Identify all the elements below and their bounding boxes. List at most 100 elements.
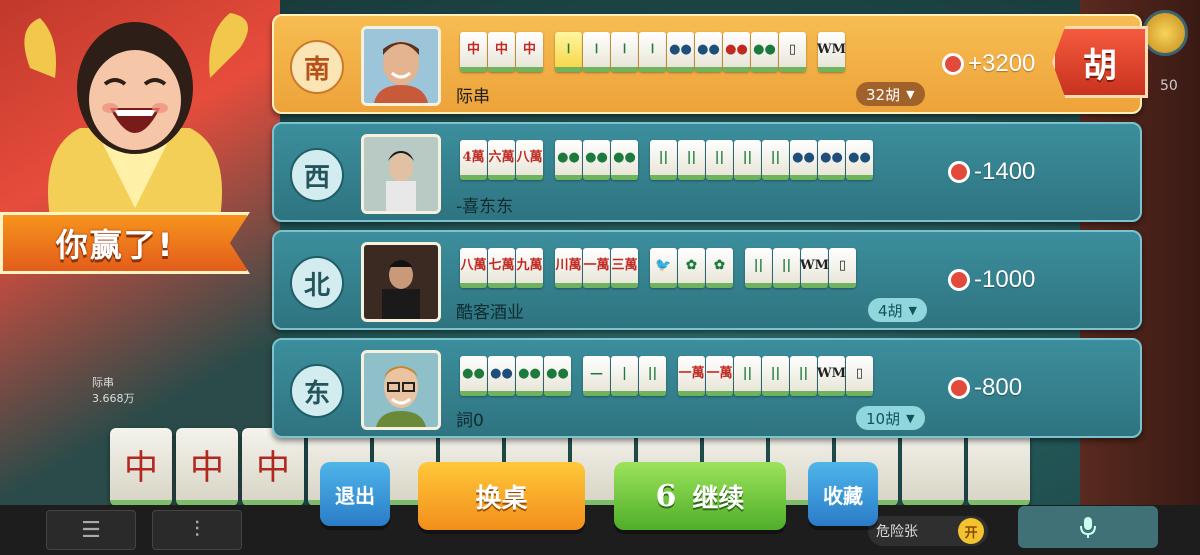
wind-badge: 北 (290, 256, 344, 310)
list-icon: ☰ (81, 517, 101, 543)
continue-label: 继续 (692, 483, 745, 514)
tile: 三萬 (611, 248, 638, 288)
tile-set: 中 中 中 𝍷 𝍷 𝍷 𝍷 ●● ●● ●● ●● ▯ WM (460, 24, 846, 72)
fan-count: 4胡 (878, 301, 903, 320)
tile: || (773, 248, 800, 288)
player-avatar-icon (364, 29, 438, 103)
settings-slider-button[interactable]: ⫶ (152, 510, 242, 550)
tile-group: 🐦 ✿ ✿ (650, 248, 733, 288)
tile: ▯ (829, 248, 856, 288)
tile: ●● (460, 356, 487, 396)
you-win-text: 你赢了! (55, 226, 175, 264)
coin-chip-icon (948, 269, 970, 291)
tile: ▯ (846, 356, 873, 396)
tile: ●● (695, 32, 722, 72)
tile: 🐦 (650, 248, 677, 288)
tile: || (745, 248, 772, 288)
tile: || (678, 140, 705, 180)
danger-tile-toggle[interactable]: 危险张 开 (868, 516, 988, 546)
tile: 一萬 (583, 248, 610, 288)
tile: 4萬 (460, 140, 487, 180)
tile: ●● (667, 32, 694, 72)
score-value: +3200 (968, 50, 1036, 77)
score-row-south: 南 中 中 中 𝍷 𝍷 𝍷 𝍷 ●● ●● ●● ●● ▯ WM 际串 32胡 … (272, 14, 1148, 114)
tile-set: 八萬 七萬 九萬 川萬 一萬 三萬 🐦 ✿ ✿ || || WM ▯ (460, 240, 856, 288)
left-player-name: 际串 (92, 376, 114, 389)
sliders-icon: ⫶ (194, 517, 200, 543)
tile: || (762, 356, 789, 396)
score-value: -1000 (974, 266, 1036, 293)
player-name: 詞0 (456, 411, 484, 431)
chevron-down-icon: ▼ (908, 303, 918, 317)
wind-badge: 西 (290, 148, 344, 202)
avatar[interactable] (361, 242, 441, 322)
tile-group: 川萬 一萬 三萬 (555, 248, 638, 288)
cheering-character-icon (24, 13, 248, 218)
tile: 𝍷 (611, 32, 638, 72)
tile: ●● (846, 140, 873, 180)
tile-group: 中 中 中 (460, 32, 543, 72)
voice-button[interactable] (1018, 506, 1158, 548)
tile-group: 八萬 七萬 九萬 (460, 248, 543, 288)
tile: ●● (555, 140, 582, 180)
tile: ●● (751, 32, 778, 72)
avatar[interactable] (361, 134, 441, 214)
tile-group: — | || (583, 356, 666, 396)
continue-countdown: 6 (655, 478, 677, 514)
tile: 八萬 (516, 140, 543, 180)
tile: ✿ (706, 248, 733, 288)
fan-count-badge[interactable]: 4胡 ▼ (868, 298, 928, 322)
hu-win-tag: 胡 (1052, 26, 1148, 98)
fan-count-badge[interactable]: 32胡 ▼ (856, 82, 925, 106)
tile: 中 (516, 32, 543, 72)
menu-list-button[interactable]: ☰ (46, 510, 136, 550)
background-hand-tiles: 中中中 (110, 428, 1070, 508)
tile: 𝍷 (639, 32, 666, 72)
avatar[interactable] (361, 350, 441, 430)
favorite-button[interactable]: 收藏 (808, 462, 878, 526)
tile: — (583, 356, 610, 396)
exit-button[interactable]: 退出 (320, 462, 390, 526)
corner-coin-icon (1142, 10, 1188, 56)
tile: || (639, 356, 666, 396)
tile: 八萬 (460, 248, 487, 288)
tile: || (734, 140, 761, 180)
tile-set: 4萬 六萬 八萬 ●● ●● ●● || || || || || ●● ●● ●… (460, 132, 873, 180)
fan-count-badge[interactable]: 10胡 ▼ (856, 406, 925, 430)
you-win-banner: 你赢了! (0, 212, 272, 280)
tile: ●● (544, 356, 571, 396)
tile: || (790, 356, 817, 396)
tile-group: WM (817, 32, 846, 72)
danger-label: 危险张 (876, 524, 918, 540)
wind-badge: 南 (290, 40, 344, 94)
microphone-icon (1080, 517, 1096, 538)
change-table-button[interactable]: 换桌 (418, 462, 585, 530)
fan-count: 32胡 (866, 85, 901, 104)
score-row-west: 西 4萬 六萬 八萬 ●● ●● ●● || || || || || ●● ●●… (272, 122, 1142, 222)
player-avatar-icon (364, 353, 438, 427)
coin-chip-icon (942, 53, 964, 75)
score-change: -800 (948, 374, 1022, 402)
tile: ▯ (779, 32, 806, 72)
tile: || (706, 140, 733, 180)
player-name: -喜东东 (456, 197, 514, 217)
coin-chip-icon (948, 161, 970, 183)
tile: 六萬 (488, 140, 515, 180)
tile: 九萬 (516, 248, 543, 288)
tile: 𝍷 (583, 32, 610, 72)
chevron-down-icon: ▼ (906, 87, 915, 101)
tile: || (734, 356, 761, 396)
tile-group: 4萬 六萬 八萬 (460, 140, 543, 180)
left-player-info: 际串 3.668万 (92, 375, 152, 407)
score-change: +3200 (942, 50, 1035, 78)
tile-group: ●● ●● ●● ●● (460, 356, 571, 396)
continue-button[interactable]: 6 继续 (614, 462, 786, 530)
score-change: -1000 (948, 266, 1035, 294)
tile: 一萬 (678, 356, 705, 396)
tile-group: || || WM ▯ (745, 248, 856, 288)
player-avatar-icon (364, 245, 438, 319)
tile-group: 一萬 一萬 || || || WM ▯ (678, 356, 873, 396)
tile-group: ●● ●● ●● (555, 140, 638, 180)
avatar[interactable] (361, 26, 441, 106)
tile: ✿ (678, 248, 705, 288)
